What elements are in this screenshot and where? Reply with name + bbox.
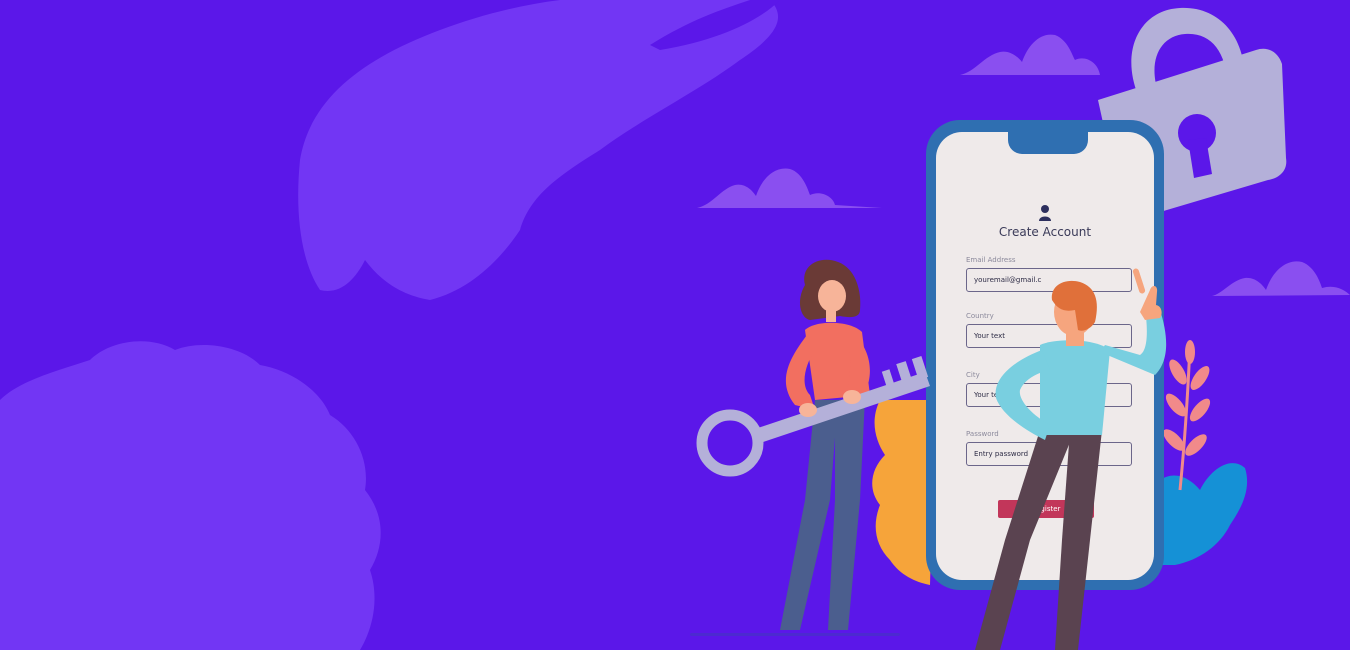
man-figure bbox=[975, 268, 1167, 650]
people-illustration bbox=[696, 259, 1167, 650]
hero-illustration: Create Account Email Address youremail@g… bbox=[0, 0, 1350, 650]
woman-figure bbox=[780, 259, 870, 630]
